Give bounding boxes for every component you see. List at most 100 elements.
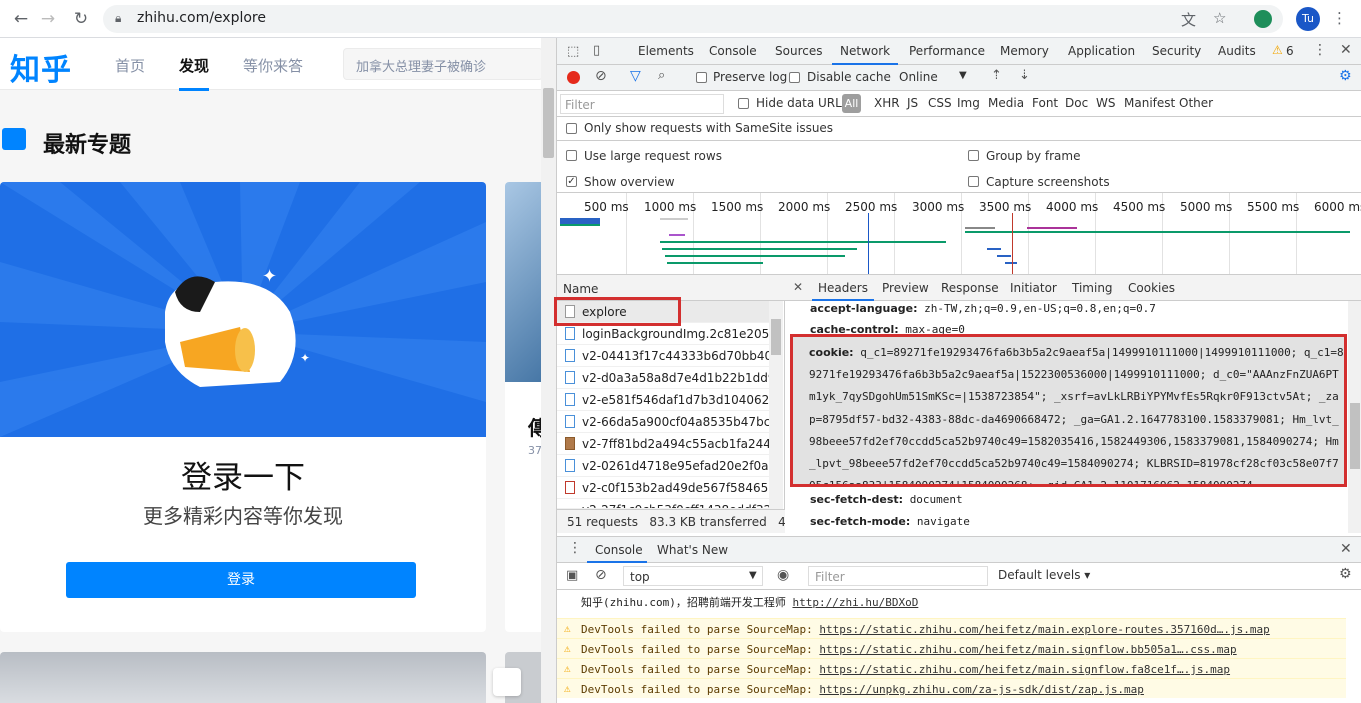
capture-screenshots-checkbox[interactable]: [968, 176, 979, 187]
request-row[interactable]: v2-7ff81bd2a494c55acb1fa244b99: [557, 433, 769, 455]
settings-gear-icon[interactable]: ⚙: [1339, 68, 1352, 84]
tab-whats-new[interactable]: What's New: [657, 543, 728, 557]
detail-scrollbar-thumb[interactable]: [1350, 403, 1360, 469]
filter-type-all[interactable]: All: [842, 94, 861, 113]
warning-count[interactable]: 6: [1286, 44, 1294, 58]
tab-network[interactable]: Network: [831, 44, 899, 65]
reload-icon[interactable]: ↻: [70, 8, 92, 30]
throttling-select[interactable]: Online: [899, 70, 938, 84]
log-levels-select[interactable]: Default levels ▾: [998, 568, 1090, 582]
network-summary: 51 requests 83.3 KB transferred 4.2: [557, 509, 785, 533]
drawer-menu-icon[interactable]: ⋮: [568, 540, 582, 556]
group-by-frame-checkbox[interactable]: [968, 150, 979, 161]
devtools-menu-icon[interactable]: ⋮: [1313, 42, 1327, 58]
sidebar-toggle-icon[interactable]: ▣: [566, 568, 578, 583]
import-har-icon[interactable]: ⇡: [991, 68, 1002, 83]
login-button[interactable]: 登录: [66, 562, 416, 598]
disable-cache-checkbox[interactable]: [789, 72, 800, 83]
settings-gear-icon[interactable]: ⚙: [1339, 566, 1352, 582]
filter-input[interactable]: Filter: [560, 94, 724, 114]
inspect-element-icon[interactable]: ⬚: [567, 44, 579, 59]
request-row[interactable]: loginBackgroundImg.2c81e205.png: [557, 323, 769, 345]
tab-elements[interactable]: Elements: [638, 44, 694, 58]
request-row[interactable]: v2-d0a3a58a8d7e4d1b22b1dd964f: [557, 367, 769, 389]
tab-initiator[interactable]: Initiator: [1010, 281, 1057, 295]
context-select[interactable]: top ▼: [623, 566, 763, 586]
close-icon[interactable]: ✕: [793, 280, 803, 294]
sourcemap-link[interactable]: https://unpkg.zhihu.com/za-js-sdk/dist/z…: [819, 683, 1144, 696]
large-rows-checkbox[interactable]: [566, 150, 577, 161]
filter-type-css[interactable]: CSS: [928, 96, 952, 110]
back-arrow-icon[interactable]: ←: [10, 8, 32, 30]
sourcemap-link[interactable]: https://static.zhihu.com/heifetz/main.si…: [819, 663, 1230, 676]
clear-icon[interactable]: ⊘: [595, 68, 607, 84]
search-icon[interactable]: ⌕: [658, 68, 665, 83]
clear-console-icon[interactable]: ⊘: [595, 567, 607, 583]
tab-waiting[interactable]: 等你来答: [243, 55, 303, 76]
address-bar[interactable]: 🔒︎ zhihu.com/explore: [103, 5, 1283, 33]
tab-timing[interactable]: Timing: [1072, 281, 1113, 295]
show-overview-checkbox[interactable]: ✓: [566, 176, 577, 187]
filter-type-manifest[interactable]: Manifest: [1124, 96, 1175, 110]
tab-headers[interactable]: Headers: [812, 281, 874, 301]
request-row[interactable]: v2-27f1c9cb53f0cff1438eddf32e33: [557, 499, 769, 509]
filter-type-doc[interactable]: Doc: [1065, 96, 1088, 110]
tab-preview[interactable]: Preview: [882, 281, 929, 295]
svg-text:✦: ✦: [262, 266, 277, 287]
name-column-header[interactable]: Name: [563, 282, 598, 296]
tab-memory[interactable]: Memory: [1000, 44, 1049, 58]
request-row[interactable]: v2-e581f546daf1d7b3d1040625db: [557, 389, 769, 411]
filter-funnel-icon[interactable]: ▽: [630, 68, 641, 84]
tab-console[interactable]: Console: [709, 44, 757, 58]
menu-kebab-icon[interactable]: ⋮: [1332, 9, 1347, 27]
request-row[interactable]: v2-c0f153b2ad49de567f584657dc1: [557, 477, 769, 499]
page-scrollbar-thumb[interactable]: [543, 88, 554, 158]
console-filter-input[interactable]: Filter: [808, 566, 988, 586]
tab-sources[interactable]: Sources: [775, 44, 822, 58]
tab-application[interactable]: Application: [1068, 44, 1135, 58]
sourcemap-link[interactable]: https://static.zhihu.com/heifetz/main.ex…: [819, 623, 1269, 636]
export-har-icon[interactable]: ⇣: [1019, 68, 1030, 83]
bookmark-star-icon[interactable]: ☆: [1213, 9, 1226, 27]
filter-type-font[interactable]: Font: [1032, 96, 1058, 110]
extension-icon[interactable]: [1254, 10, 1272, 28]
close-icon[interactable]: ✕: [1340, 541, 1352, 557]
filter-type-xhr[interactable]: XHR: [874, 96, 900, 110]
tab-audits[interactable]: Audits: [1218, 44, 1256, 58]
close-icon[interactable]: ✕: [1340, 42, 1352, 58]
tab-console-drawer[interactable]: Console: [595, 543, 643, 557]
device-toolbar-icon[interactable]: ▯: [593, 43, 600, 58]
record-icon[interactable]: [567, 71, 580, 84]
topic-card-bottom[interactable]: [0, 652, 486, 703]
chat-float-button[interactable]: [493, 668, 521, 696]
tab-response[interactable]: Response: [941, 281, 999, 295]
translate-icon[interactable]: 文: [1181, 9, 1196, 30]
search-input[interactable]: 加拿大总理妻子被确诊: [343, 48, 543, 80]
tab-security[interactable]: Security: [1152, 44, 1201, 58]
network-overview-timeline[interactable]: 500 ms 1000 ms 1500 ms 2000 ms 2500 ms 3…: [557, 193, 1361, 275]
tab-cookies[interactable]: Cookies: [1128, 281, 1175, 295]
forward-arrow-icon[interactable]: →: [37, 8, 59, 30]
chevron-down-icon[interactable]: ▼: [959, 70, 967, 81]
filter-type-img[interactable]: Img: [957, 96, 980, 110]
tab-home[interactable]: 首页: [115, 55, 145, 76]
log-link[interactable]: http://zhi.hu/BDXoD: [792, 596, 918, 609]
samesite-checkbox[interactable]: [566, 123, 577, 134]
filter-type-ws[interactable]: WS: [1096, 96, 1115, 110]
request-row[interactable]: v2-0261d4718e95efad20e2f0a4135: [557, 455, 769, 477]
sourcemap-link[interactable]: https://static.zhihu.com/heifetz/main.si…: [819, 643, 1236, 656]
filter-type-js[interactable]: JS: [907, 96, 918, 110]
preserve-log-checkbox[interactable]: [696, 72, 707, 83]
eye-icon[interactable]: ◉: [777, 567, 789, 583]
filter-type-media[interactable]: Media: [988, 96, 1024, 110]
filter-type-other[interactable]: Other: [1179, 96, 1213, 110]
tab-performance[interactable]: Performance: [909, 44, 985, 58]
tab-explore[interactable]: 发现: [179, 55, 210, 91]
zhihu-logo[interactable]: 知乎: [10, 45, 72, 89]
warning-icon[interactable]: ⚠: [1272, 43, 1283, 57]
profile-avatar[interactable]: Tu: [1296, 7, 1320, 31]
request-row[interactable]: v2-66da5a900cf04a8535b47bc194f: [557, 411, 769, 433]
hide-data-urls-checkbox[interactable]: [738, 98, 749, 109]
request-row[interactable]: v2-04413f17c44333b6d70bb40dcd: [557, 345, 769, 367]
request-list-scrollbar-thumb[interactable]: [771, 319, 781, 355]
